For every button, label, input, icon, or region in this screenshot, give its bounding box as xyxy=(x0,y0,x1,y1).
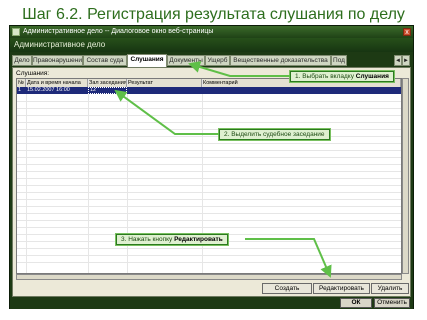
cell-date: 15.02.2007 16:00 xyxy=(27,87,70,93)
grid-row-line xyxy=(17,178,401,179)
callout-step-2: 2. Выделить судебное заседание xyxy=(219,129,330,140)
cell-room: 12 xyxy=(88,87,127,94)
grid-row-line xyxy=(17,122,401,123)
delete-button[interactable]: Удалить xyxy=(371,283,409,294)
window-titlebar: Административное дело -- Диалоговое окно… xyxy=(10,26,413,38)
grid-row-line xyxy=(17,171,401,172)
callout-step-3-text: 3. Нажать кнопку xyxy=(121,236,175,243)
column-header-result[interactable]: Результат xyxy=(127,79,202,87)
callout-step-3-button-name: Редактировать xyxy=(174,236,223,243)
grid-row-line xyxy=(17,248,401,249)
callout-step-1: 1. Выбрать вкладку Слушания xyxy=(290,71,394,82)
slide-title: Шаг 6.2. Регистрация результата слушания… xyxy=(22,6,405,23)
hearings-caption: Слушания: xyxy=(16,70,50,77)
tab-scroll-left-icon[interactable]: ◄ xyxy=(394,55,402,66)
column-header-number[interactable]: № xyxy=(17,79,26,87)
grid-row-line xyxy=(17,143,401,144)
grid-row-line xyxy=(17,213,401,214)
tab-pravonarushenie[interactable]: Правонарушение xyxy=(32,55,83,66)
cancel-button[interactable]: Отменить xyxy=(374,298,410,308)
callout-step-2-text: 2. Выделить судебное заседание xyxy=(224,131,325,138)
cell-comment xyxy=(202,87,401,94)
hearings-panel: Слушания: № Дата и время начала Зал засе… xyxy=(12,67,411,297)
callout-step-1-text: 1. Выбрать вкладку xyxy=(295,73,356,80)
callout-step-1-tab-name: Слушания xyxy=(355,73,389,80)
grid-row-line xyxy=(17,220,401,221)
grid-row-line xyxy=(17,262,401,263)
dialog-footer: ОК Отменить xyxy=(10,298,413,309)
grid-row-line xyxy=(17,108,401,109)
app-header-title: Административное дело xyxy=(14,40,106,49)
column-header-room[interactable]: Зал заседания xyxy=(88,79,127,87)
grid-row-line xyxy=(17,192,401,193)
grid-row-line xyxy=(17,227,401,228)
tab-strip: Дело Правонарушение Состав суда Слушания… xyxy=(12,54,411,67)
app-header: Административное дело xyxy=(10,38,413,52)
grid-row-line xyxy=(17,206,401,207)
tab-slushaniya[interactable]: Слушания xyxy=(127,54,167,67)
window-icon xyxy=(12,28,20,36)
tab-sostav-suda[interactable]: Состав суда xyxy=(83,55,127,66)
dialog-window: Административное дело -- Диалоговое окно… xyxy=(9,25,414,309)
grid-row-line xyxy=(17,101,401,102)
grid-row-line xyxy=(17,185,401,186)
grid-row-line xyxy=(17,255,401,256)
column-header-date[interactable]: Дата и время начала xyxy=(26,79,88,87)
vertical-scrollbar[interactable] xyxy=(402,78,409,274)
grid-row-line xyxy=(17,157,401,158)
cell-number: 1 xyxy=(18,87,22,93)
tab-delo[interactable]: Дело xyxy=(12,55,32,66)
cell-result xyxy=(127,87,202,94)
create-button[interactable]: Создать xyxy=(262,283,312,294)
tab-ushcherb[interactable]: Ущерб xyxy=(205,55,230,66)
table-row-selected[interactable]: 1 15.02.2007 16:00 12 xyxy=(17,87,401,94)
action-button-bar: Создать Редактировать Удалить xyxy=(13,282,410,296)
grid-row-line xyxy=(17,115,401,116)
edit-button[interactable]: Редактировать xyxy=(313,283,370,294)
window-title: Административное дело -- Диалоговое окно… xyxy=(23,28,214,35)
grid-row-line xyxy=(17,129,401,130)
tab-pod[interactable]: Под xyxy=(331,55,347,66)
ok-button[interactable]: ОК xyxy=(340,298,372,308)
grid-row-line xyxy=(17,164,401,165)
grid-row-line xyxy=(17,136,401,137)
grid-row-line xyxy=(17,150,401,151)
tab-scroll-right-icon[interactable]: ► xyxy=(402,55,410,66)
callout-step-3: 3. Нажать кнопку Редактировать xyxy=(116,234,228,245)
tab-dokumenty[interactable]: Документы xyxy=(167,55,205,66)
close-button[interactable]: x xyxy=(403,28,411,36)
horizontal-scrollbar[interactable] xyxy=(16,274,402,280)
tab-veshchestvennye-dokazatelstva[interactable]: Вещественные доказательства xyxy=(230,55,331,66)
grid-row-line xyxy=(17,199,401,200)
